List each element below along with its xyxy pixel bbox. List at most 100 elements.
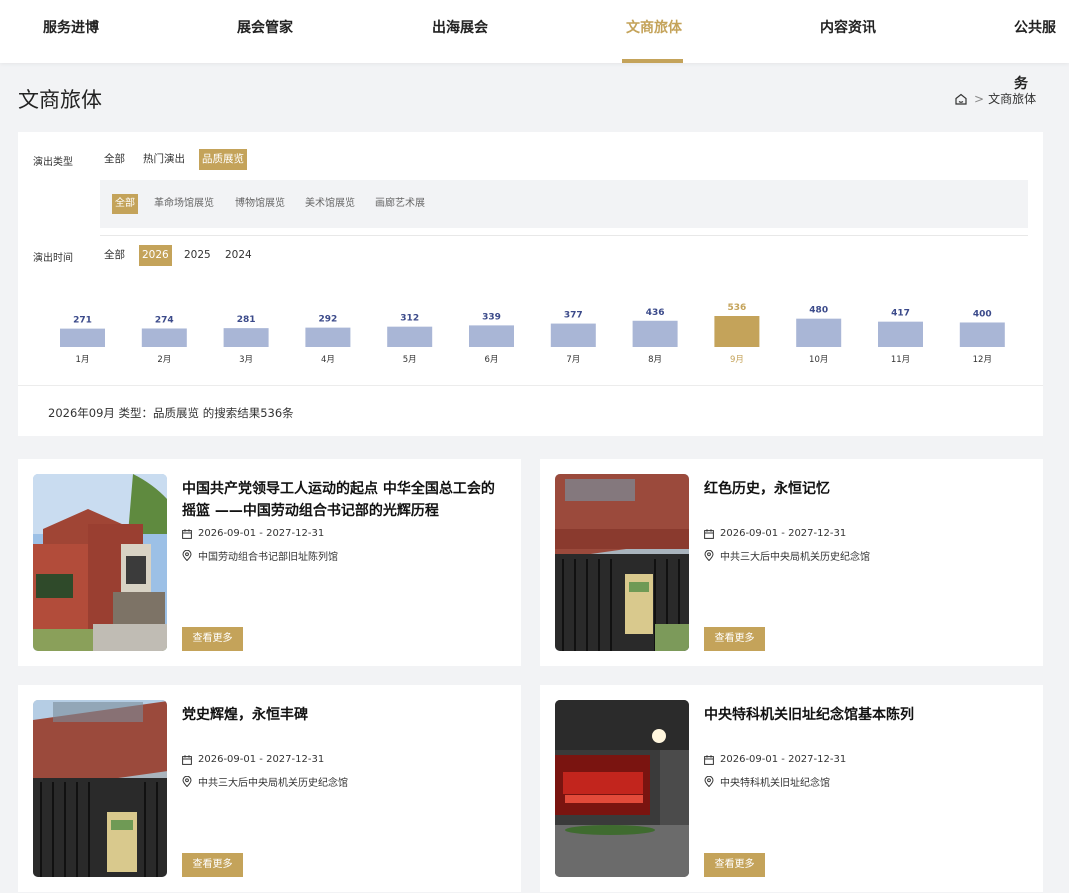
exhibition-photo xyxy=(555,700,689,877)
view-more-button[interactable]: 查看更多 xyxy=(182,853,243,877)
subtype-chip-museum[interactable]: 博物馆展览 xyxy=(232,194,288,214)
bar-value-label: 339 xyxy=(482,312,501,322)
month-tick-label[interactable]: 12月 xyxy=(973,355,992,365)
filter-divider xyxy=(100,235,1028,236)
bar-1[interactable] xyxy=(60,328,105,347)
exhibition-card[interactable]: 中国共产党领导工人运动的起点 中华全国总工会的摇篮 ——中国劳动组合书记部的光辉… xyxy=(18,459,521,666)
exhibition-venue: 中央特科机关旧址纪念馆 xyxy=(720,778,830,789)
exhibition-title[interactable]: 中央特科机关旧址纪念馆基本陈列 xyxy=(704,704,1026,726)
bar-value-label: 292 xyxy=(319,315,338,325)
view-more-button[interactable]: 查看更多 xyxy=(182,627,243,651)
nav-item-culture[interactable]: 文商旅体 xyxy=(626,0,682,63)
chart-divider xyxy=(18,385,1043,386)
bar-value-label: 274 xyxy=(155,315,174,325)
exhibition-title[interactable]: 红色历史，永恒记忆 xyxy=(704,478,1026,500)
nav-item-exhibition-manager[interactable]: 展会管家 xyxy=(237,0,293,63)
type-filter-label: 演出类型 xyxy=(33,157,73,168)
exhibition-card[interactable]: 中央特科机关旧址纪念馆基本陈列 2026-09-01 - 2027-12-31 … xyxy=(540,685,1043,892)
calendar-icon xyxy=(182,754,192,765)
top-nav: 服务进博 展会管家 出海展会 文商旅体 内容资讯 公共服务 xyxy=(0,0,1069,92)
search-result-summary: 2026年09月 类型：品质展览 的搜索结果536条 xyxy=(48,406,294,420)
exhibition-venue-row: 中国劳动组合书记部旧址陈列馆 xyxy=(182,548,338,563)
bar-5[interactable] xyxy=(387,326,433,347)
bar-4[interactable] xyxy=(305,327,351,347)
nav-item-news[interactable]: 内容资讯 xyxy=(820,0,876,63)
bar-3[interactable] xyxy=(223,328,269,347)
month-tick-label[interactable]: 10月 xyxy=(809,355,828,365)
exhibition-title[interactable]: 中国共产党领导工人运动的起点 中华全国总工会的摇篮 ——中国劳动组合书记部的光辉… xyxy=(182,478,504,522)
month-tick-label[interactable]: 1月 xyxy=(76,355,90,365)
month-tick-label[interactable]: 5月 xyxy=(403,355,417,365)
page-title: 文商旅体 xyxy=(18,88,102,112)
month-tick-label[interactable]: 6月 xyxy=(485,355,499,365)
location-pin-icon xyxy=(704,776,714,787)
bar-9[interactable] xyxy=(714,316,760,347)
exhibition-date-row: 2026-09-01 - 2027-12-31 xyxy=(704,528,846,539)
month-tick-label[interactable]: 2月 xyxy=(157,355,171,365)
home-icon[interactable] xyxy=(954,92,968,106)
subtype-filter-bar: 全部 革命场馆展览 博物馆展览 美术馆展览 画廊艺术展 xyxy=(100,180,1028,228)
nav-active-indicator xyxy=(622,59,683,63)
exhibition-venue: 中共三大后中央局机关历史纪念馆 xyxy=(198,778,348,789)
bar-value-label: 281 xyxy=(237,315,256,325)
time-chip-2025[interactable]: 2025 xyxy=(181,245,214,266)
exhibition-date: 2026-09-01 - 2027-12-31 xyxy=(198,754,325,765)
bar-12[interactable] xyxy=(959,322,1005,347)
bar-8[interactable] xyxy=(632,320,678,347)
exhibition-photo xyxy=(33,700,167,877)
subtype-chip-all[interactable]: 全部 xyxy=(112,194,138,214)
bar-value-label: 536 xyxy=(728,303,747,313)
time-chip-2024[interactable]: 2024 xyxy=(222,245,255,266)
month-tick-label[interactable]: 9月 xyxy=(730,355,744,365)
breadcrumb-current: 文商旅体 xyxy=(988,92,1037,106)
nav-item-public[interactable]: 公共服务 xyxy=(1014,0,1069,92)
calendar-icon xyxy=(704,528,714,539)
month-tick-label[interactable]: 8月 xyxy=(648,355,662,365)
exhibition-venue-row: 中央特科机关旧址纪念馆 xyxy=(704,774,830,789)
month-tick-label[interactable]: 7月 xyxy=(566,355,580,365)
exhibition-date: 2026-09-01 - 2027-12-31 xyxy=(720,528,847,539)
nav-item-overseas[interactable]: 出海展会 xyxy=(432,0,488,63)
calendar-icon xyxy=(182,528,192,539)
time-chip-all[interactable]: 全部 xyxy=(101,245,128,266)
bar-value-label: 480 xyxy=(809,306,828,316)
month-tick-label[interactable]: 4月 xyxy=(321,355,335,365)
view-more-button[interactable]: 查看更多 xyxy=(704,853,765,877)
month-tick-label[interactable]: 3月 xyxy=(239,355,253,365)
exhibition-photo xyxy=(555,474,689,651)
time-filter-label: 演出时间 xyxy=(33,253,73,264)
location-pin-icon xyxy=(182,776,192,787)
bar-7[interactable] xyxy=(550,323,596,347)
type-chip-hot[interactable]: 热门演出 xyxy=(140,149,188,170)
location-pin-icon xyxy=(704,550,714,561)
calendar-icon xyxy=(704,754,714,765)
breadcrumb-separator: > xyxy=(974,91,985,106)
bar-value-label: 400 xyxy=(973,309,992,319)
exhibition-card[interactable]: 党史辉煌，永恒丰碑 2026-09-01 - 2027-12-31 中共三大后中… xyxy=(18,685,521,892)
exhibition-date-row: 2026-09-01 - 2027-12-31 xyxy=(704,754,846,765)
bar-11[interactable] xyxy=(878,321,923,347)
bar-2[interactable] xyxy=(141,328,187,347)
type-chip-quality[interactable]: 品质展览 xyxy=(199,149,247,170)
view-more-button[interactable]: 查看更多 xyxy=(704,627,765,651)
bar-10[interactable] xyxy=(796,318,842,347)
filter-panel: 演出类型 全部 热门演出 品质展览 全部 革命场馆展览 博物馆展览 美术馆展览 … xyxy=(18,132,1043,436)
bar-value-label: 417 xyxy=(891,309,910,319)
subtype-chip-revolution[interactable]: 革命场馆展览 xyxy=(151,194,217,214)
exhibition-title[interactable]: 党史辉煌，永恒丰碑 xyxy=(182,704,504,726)
breadcrumb: > 文商旅体 xyxy=(954,90,1036,107)
nav-item-service[interactable]: 服务进博 xyxy=(43,0,99,63)
subtype-chip-art-museum[interactable]: 美术馆展览 xyxy=(302,194,358,214)
exhibition-venue: 中共三大后中央局机关历史纪念馆 xyxy=(720,552,870,563)
subtype-chip-gallery[interactable]: 画廊艺术展 xyxy=(372,194,428,214)
bar-value-label: 377 xyxy=(564,311,583,321)
bar-value-label: 436 xyxy=(646,308,665,318)
type-chip-all[interactable]: 全部 xyxy=(101,149,128,170)
monthly-count-chart: 271 1月 274 2月 281 3月 292 4月 312 5月 339 6月 377 7月 436 8月… xyxy=(60,303,1005,365)
exhibition-venue: 中国劳动组合书记部旧址陈列馆 xyxy=(198,552,338,563)
exhibition-card[interactable]: 红色历史，永恒记忆 2026-09-01 - 2027-12-31 中共三大后中… xyxy=(540,459,1043,666)
exhibition-date-row: 2026-09-01 - 2027-12-31 xyxy=(182,754,324,765)
month-tick-label[interactable]: 11月 xyxy=(891,355,910,365)
bar-6[interactable] xyxy=(469,325,514,347)
time-chip-2026[interactable]: 2026 xyxy=(139,245,172,266)
